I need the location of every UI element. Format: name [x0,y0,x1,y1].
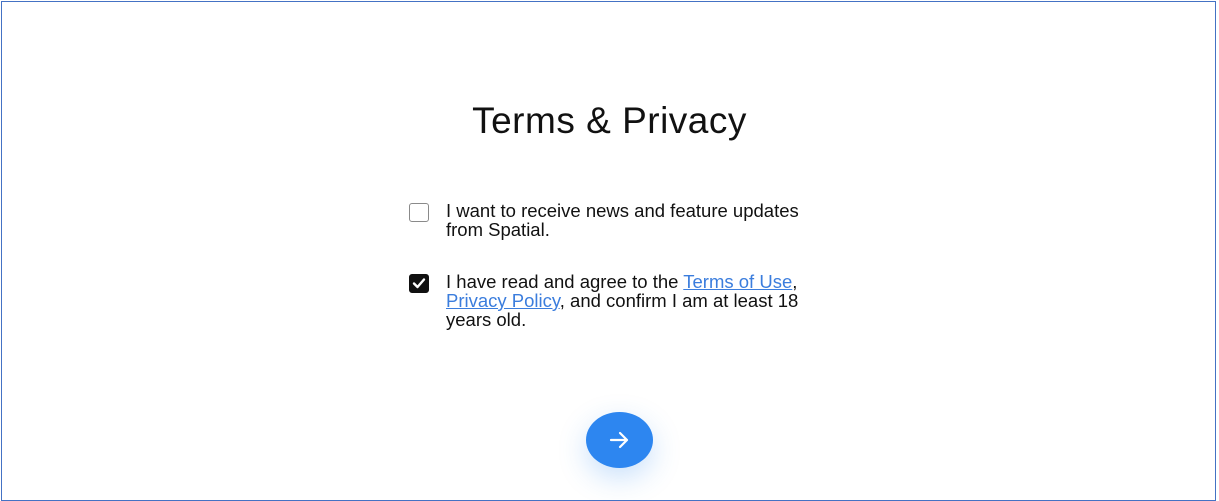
arrow-right-icon [609,431,629,449]
terms-of-use-link[interactable]: Terms of Use [683,271,792,292]
privacy-policy-link[interactable]: Privacy Policy [446,290,560,311]
news-updates-checkbox[interactable] [409,203,429,222]
terms-agreement-label: I have read and agree to the Terms of Us… [446,272,836,329]
terms-agreement-checkbox[interactable] [409,274,429,293]
checkmark-icon [412,278,426,289]
next-button[interactable] [586,412,653,468]
news-updates-label: I want to receive news and feature updat… [446,200,799,240]
terms-separator: , [792,271,798,292]
page-title: Terms & Privacy [472,100,747,141]
terms-text-before: I have read and agree to the [446,271,684,292]
